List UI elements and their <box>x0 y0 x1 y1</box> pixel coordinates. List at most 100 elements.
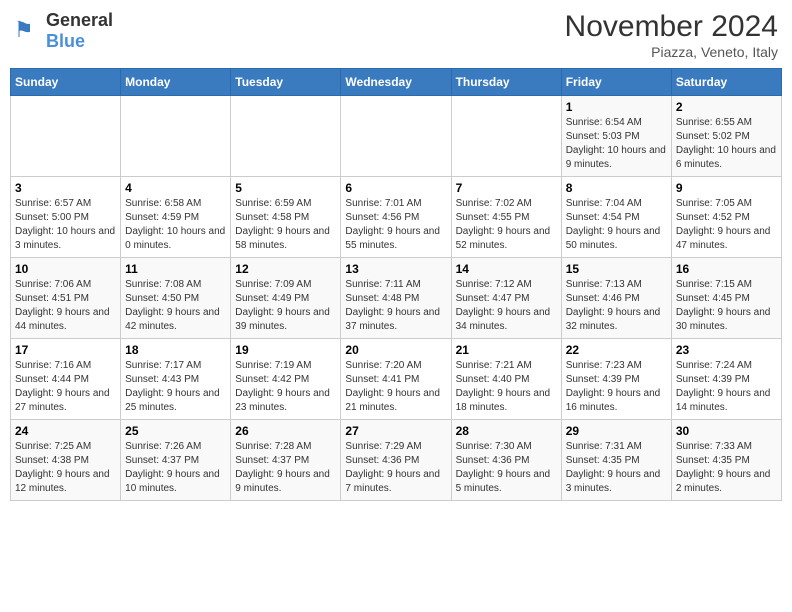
day-number: 11 <box>125 262 226 276</box>
day-info: Sunrise: 7:33 AM Sunset: 4:35 PM Dayligh… <box>676 440 777 496</box>
day-info: Sunrise: 6:59 AM Sunset: 4:58 PM Dayligh… <box>235 197 336 253</box>
day-info: Sunrise: 7:12 AM Sunset: 4:47 PM Dayligh… <box>456 278 557 334</box>
day-number: 13 <box>345 262 446 276</box>
weekday-header: Friday <box>561 69 671 96</box>
weekday-header: Saturday <box>671 69 781 96</box>
day-number: 14 <box>456 262 557 276</box>
day-info: Sunrise: 7:16 AM Sunset: 4:44 PM Dayligh… <box>15 359 116 415</box>
day-info: Sunrise: 7:09 AM Sunset: 4:49 PM Dayligh… <box>235 278 336 334</box>
calendar-day-cell <box>11 96 121 177</box>
logo: ⚑ General Blue <box>14 10 113 52</box>
day-number: 2 <box>676 100 777 114</box>
calendar-day-cell: 13 Sunrise: 7:11 AM Sunset: 4:48 PM Dayli… <box>341 258 451 339</box>
calendar-week-row: 1 Sunrise: 6:54 AM Sunset: 5:03 PM Daylig… <box>11 96 782 177</box>
calendar-day-cell <box>231 96 341 177</box>
day-number: 6 <box>345 181 446 195</box>
calendar-header: SundayMondayTuesdayWednesdayThursdayFrid… <box>11 69 782 96</box>
calendar-week-row: 3 Sunrise: 6:57 AM Sunset: 5:00 PM Daylig… <box>11 177 782 258</box>
calendar-day-cell: 21 Sunrise: 7:21 AM Sunset: 4:40 PM Dayli… <box>451 339 561 420</box>
day-info: Sunrise: 7:17 AM Sunset: 4:43 PM Dayligh… <box>125 359 226 415</box>
calendar-day-cell: 14 Sunrise: 7:12 AM Sunset: 4:47 PM Dayli… <box>451 258 561 339</box>
day-number: 10 <box>15 262 116 276</box>
calendar-day-cell: 6 Sunrise: 7:01 AM Sunset: 4:56 PM Daylig… <box>341 177 451 258</box>
day-number: 22 <box>566 343 667 357</box>
calendar-week-row: 24 Sunrise: 7:25 AM Sunset: 4:38 PM Dayli… <box>11 420 782 501</box>
day-info: Sunrise: 7:01 AM Sunset: 4:56 PM Dayligh… <box>345 197 446 253</box>
calendar-table: SundayMondayTuesdayWednesdayThursdayFrid… <box>10 68 782 501</box>
day-info: Sunrise: 7:20 AM Sunset: 4:41 PM Dayligh… <box>345 359 446 415</box>
title-block: November 2024 Piazza, Veneto, Italy <box>565 10 778 60</box>
day-number: 20 <box>345 343 446 357</box>
calendar-day-cell: 17 Sunrise: 7:16 AM Sunset: 4:44 PM Dayli… <box>11 339 121 420</box>
day-info: Sunrise: 6:54 AM Sunset: 5:03 PM Dayligh… <box>566 116 667 172</box>
logo-icon: ⚑ <box>14 17 42 45</box>
day-number: 5 <box>235 181 336 195</box>
day-number: 17 <box>15 343 116 357</box>
calendar-body: 1 Sunrise: 6:54 AM Sunset: 5:03 PM Daylig… <box>11 96 782 501</box>
day-info: Sunrise: 7:11 AM Sunset: 4:48 PM Dayligh… <box>345 278 446 334</box>
logo-general: General <box>46 10 113 30</box>
calendar-day-cell: 2Sunrise: 6:55 AM Sunset: 5:02 PM Daylig… <box>671 96 781 177</box>
calendar-day-cell: 24 Sunrise: 7:25 AM Sunset: 4:38 PM Dayli… <box>11 420 121 501</box>
day-number: 4 <box>125 181 226 195</box>
calendar-day-cell: 23Sunrise: 7:24 AM Sunset: 4:39 PM Dayli… <box>671 339 781 420</box>
day-info: Sunrise: 7:26 AM Sunset: 4:37 PM Dayligh… <box>125 440 226 496</box>
day-info: Sunrise: 7:08 AM Sunset: 4:50 PM Dayligh… <box>125 278 226 334</box>
calendar-day-cell: 7Sunrise: 7:02 AM Sunset: 4:55 PM Daylig… <box>451 177 561 258</box>
day-info: Sunrise: 7:30 AM Sunset: 4:36 PM Dayligh… <box>456 440 557 496</box>
page-header: ⚑ General Blue November 2024 Piazza, Ven… <box>10 10 782 60</box>
day-number: 7 <box>456 181 557 195</box>
day-info: Sunrise: 7:04 AM Sunset: 4:54 PM Dayligh… <box>566 197 667 253</box>
day-number: 1 <box>566 100 667 114</box>
day-info: Sunrise: 7:19 AM Sunset: 4:42 PM Dayligh… <box>235 359 336 415</box>
day-info: Sunrise: 7:21 AM Sunset: 4:40 PM Dayligh… <box>456 359 557 415</box>
calendar-day-cell: 28Sunrise: 7:30 AM Sunset: 4:36 PM Dayli… <box>451 420 561 501</box>
day-number: 12 <box>235 262 336 276</box>
day-info: Sunrise: 6:58 AM Sunset: 4:59 PM Dayligh… <box>125 197 226 253</box>
day-info: Sunrise: 7:13 AM Sunset: 4:46 PM Dayligh… <box>566 278 667 334</box>
logo-blue: Blue <box>46 31 85 51</box>
calendar-day-cell: 26Sunrise: 7:28 AM Sunset: 4:37 PM Dayli… <box>231 420 341 501</box>
weekday-header: Thursday <box>451 69 561 96</box>
day-number: 15 <box>566 262 667 276</box>
calendar-day-cell <box>121 96 231 177</box>
calendar-subtitle: Piazza, Veneto, Italy <box>565 44 778 60</box>
calendar-day-cell: 30 Sunrise: 7:33 AM Sunset: 4:35 PM Dayli… <box>671 420 781 501</box>
calendar-day-cell: 12 Sunrise: 7:09 AM Sunset: 4:49 PM Dayli… <box>231 258 341 339</box>
day-info: Sunrise: 7:15 AM Sunset: 4:45 PM Dayligh… <box>676 278 777 334</box>
day-info: Sunrise: 7:24 AM Sunset: 4:39 PM Dayligh… <box>676 359 777 415</box>
calendar-day-cell: 10 Sunrise: 7:06 AM Sunset: 4:51 PM Dayli… <box>11 258 121 339</box>
calendar-day-cell <box>341 96 451 177</box>
day-info: Sunrise: 6:57 AM Sunset: 5:00 PM Dayligh… <box>15 197 116 253</box>
calendar-day-cell <box>451 96 561 177</box>
calendar-day-cell: 18Sunrise: 7:17 AM Sunset: 4:43 PM Dayli… <box>121 339 231 420</box>
day-number: 8 <box>566 181 667 195</box>
calendar-day-cell: 3 Sunrise: 6:57 AM Sunset: 5:00 PM Daylig… <box>11 177 121 258</box>
day-number: 9 <box>676 181 777 195</box>
weekday-row: SundayMondayTuesdayWednesdayThursdayFrid… <box>11 69 782 96</box>
day-number: 30 <box>676 424 777 438</box>
calendar-week-row: 10 Sunrise: 7:06 AM Sunset: 4:51 PM Dayli… <box>11 258 782 339</box>
calendar-day-cell: 16Sunrise: 7:15 AM Sunset: 4:45 PM Dayli… <box>671 258 781 339</box>
day-number: 3 <box>15 181 116 195</box>
day-number: 19 <box>235 343 336 357</box>
calendar-week-row: 17 Sunrise: 7:16 AM Sunset: 4:44 PM Dayli… <box>11 339 782 420</box>
calendar-day-cell: 5 Sunrise: 6:59 AM Sunset: 4:58 PM Daylig… <box>231 177 341 258</box>
calendar-day-cell: 20 Sunrise: 7:20 AM Sunset: 4:41 PM Dayli… <box>341 339 451 420</box>
calendar-day-cell: 9Sunrise: 7:05 AM Sunset: 4:52 PM Daylig… <box>671 177 781 258</box>
day-info: Sunrise: 7:25 AM Sunset: 4:38 PM Dayligh… <box>15 440 116 496</box>
calendar-day-cell: 11 Sunrise: 7:08 AM Sunset: 4:50 PM Dayli… <box>121 258 231 339</box>
weekday-header: Monday <box>121 69 231 96</box>
calendar-day-cell: 25Sunrise: 7:26 AM Sunset: 4:37 PM Dayli… <box>121 420 231 501</box>
calendar-day-cell: 8 Sunrise: 7:04 AM Sunset: 4:54 PM Daylig… <box>561 177 671 258</box>
calendar-day-cell: 4 Sunrise: 6:58 AM Sunset: 4:59 PM Daylig… <box>121 177 231 258</box>
weekday-header: Wednesday <box>341 69 451 96</box>
calendar-day-cell: 15 Sunrise: 7:13 AM Sunset: 4:46 PM Dayli… <box>561 258 671 339</box>
day-info: Sunrise: 7:06 AM Sunset: 4:51 PM Dayligh… <box>15 278 116 334</box>
day-number: 24 <box>15 424 116 438</box>
calendar-day-cell: 29 Sunrise: 7:31 AM Sunset: 4:35 PM Dayli… <box>561 420 671 501</box>
day-info: Sunrise: 7:31 AM Sunset: 4:35 PM Dayligh… <box>566 440 667 496</box>
day-number: 29 <box>566 424 667 438</box>
day-number: 21 <box>456 343 557 357</box>
day-number: 26 <box>235 424 336 438</box>
